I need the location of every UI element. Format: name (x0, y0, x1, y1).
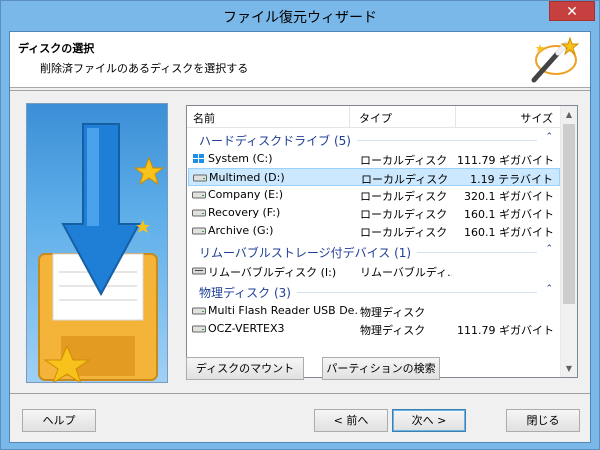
group-label: ハードディスクドライブ (5) (199, 134, 351, 148)
wizard-window: ファイル復元ウィザード ✕ ディスクの選択 削除済ファイルのあるディスクを選択す… (0, 0, 600, 450)
disk-size: 111.79 ギガバイト (457, 154, 554, 167)
disk-name: Multimed (D:) (209, 171, 285, 184)
disk-row[interactable]: System (C:) ローカルディスク 111.79 ギガバイト (188, 150, 560, 168)
group-label: リムーバブルストレージ付デバイス (1) (199, 246, 412, 260)
disk-list[interactable]: 名前 タイプ サイズ ハードディスクドライブ (5) ⌃ System (C:) ロー… (186, 105, 578, 378)
column-divider[interactable] (349, 106, 350, 128)
disk-type: ローカルディスク (360, 154, 448, 167)
column-size[interactable]: サイズ (520, 110, 553, 126)
hard-drive-icon (192, 191, 206, 199)
group-header[interactable]: 物理ディスク (3) ⌃ (187, 282, 561, 300)
wizard-side-image (26, 103, 168, 383)
help-button[interactable]: ヘルプ (22, 409, 96, 432)
scroll-up-icon[interactable]: ▲ (561, 106, 577, 123)
group-divider (297, 292, 537, 293)
hard-drive-icon (192, 325, 206, 333)
vertical-scrollbar[interactable]: ▲ ▼ (560, 106, 577, 377)
hard-drive-icon (192, 307, 206, 315)
hard-drive-icon (192, 227, 206, 235)
disk-name: Recovery (F:) (208, 206, 281, 219)
group-header[interactable]: ハードディスクドライブ (5) ⌃ (187, 130, 561, 148)
disk-type: 物理ディスク (360, 306, 426, 319)
chevron-up-icon[interactable]: ⌃ (545, 244, 553, 254)
disk-type: リムーバブルディ... (360, 266, 452, 279)
column-header: 名前 タイプ サイズ (187, 106, 561, 128)
disk-type: ローカルディスク (360, 208, 448, 221)
disk-size: 160.1 ギガバイト (464, 226, 554, 239)
window-title: ファイル復元ウィザード (223, 10, 377, 26)
hard-drive-icon (193, 174, 207, 182)
group-header[interactable]: リムーバブルストレージ付デバイス (1) ⌃ (187, 242, 561, 260)
page-subtitle: 削除済ファイルのあるディスクを選択する (40, 62, 249, 75)
disk-type: ローカルディスク (360, 226, 448, 239)
disk-row[interactable]: Recovery (F:) ローカルディスク 160.1 ギガバイト (188, 204, 560, 222)
header-separator (10, 90, 590, 91)
magic-wand-icon (531, 36, 580, 83)
disk-row[interactable]: OCZ-VERTEX3 物理ディスク 111.79 ギガバイト (188, 320, 560, 338)
disk-row[interactable]: Multimed (D:) ローカルディスク 1.19 テラバイト (188, 168, 560, 186)
column-divider[interactable] (455, 106, 456, 128)
disk-row[interactable]: Multi Flash Reader USB De... 物理ディスク (188, 302, 560, 320)
back-button[interactable]: < 前へ (314, 409, 388, 432)
find-partitions-button[interactable]: パーティションの検索 (322, 357, 440, 380)
chevron-up-icon[interactable]: ⌃ (545, 132, 553, 142)
disk-size: 160.1 ギガバイト (464, 208, 554, 221)
disk-row[interactable]: リムーバブルディスク (I:) リムーバブルディ... (188, 262, 560, 280)
disk-row[interactable]: Company (E:) ローカルディスク 320.1 ギガバイト (188, 186, 560, 204)
close-button[interactable]: 閉じる (506, 409, 580, 432)
mount-disk-button[interactable]: ディスクのマウント (186, 357, 304, 380)
disk-name: リムーバブルディスク (I:) (208, 266, 337, 279)
wizard-header: ディスクの選択 削除済ファイルのあるディスクを選択する (10, 32, 590, 88)
windows-drive-icon (193, 154, 204, 163)
wizard-client: ディスクの選択 削除済ファイルのあるディスクを選択する 名前 タイプ サイズ ハ… (9, 31, 591, 443)
disk-type: ローカルディスク (361, 173, 449, 186)
window-close-button[interactable]: ✕ (549, 1, 595, 21)
disk-name: Archive (G:) (208, 224, 274, 237)
disk-name: Multi Flash Reader USB De... (208, 304, 358, 317)
scroll-down-icon[interactable]: ▼ (561, 360, 577, 377)
disk-name: System (C:) (208, 152, 273, 165)
group-divider (357, 140, 537, 141)
chevron-up-icon[interactable]: ⌃ (545, 284, 553, 294)
group-divider (417, 252, 537, 253)
disk-row[interactable]: Archive (G:) ローカルディスク 160.1 ギガバイト (188, 222, 560, 240)
next-button[interactable]: 次へ > (392, 409, 466, 432)
disk-type: 物理ディスク (360, 324, 426, 337)
hard-drive-icon (192, 209, 206, 217)
disk-type: ローカルディスク (360, 190, 448, 203)
column-type[interactable]: タイプ (359, 110, 392, 126)
disk-size: 1.19 テラバイト (470, 173, 553, 186)
floppy-restore-illustration (38, 123, 165, 382)
group-label: 物理ディスク (3) (199, 286, 291, 300)
page-title: ディスクの選択 (18, 42, 95, 55)
disk-name: Company (E:) (208, 188, 284, 201)
disk-size: 111.79 ギガバイト (457, 324, 554, 337)
column-name[interactable]: 名前 (193, 110, 215, 126)
disk-name: OCZ-VERTEX3 (208, 322, 285, 335)
removable-drive-icon (192, 267, 206, 275)
scroll-thumb[interactable] (563, 124, 575, 304)
footer-separator (10, 393, 590, 394)
title-bar: ファイル復元ウィザード ✕ (1, 1, 599, 31)
disk-size: 320.1 ギガバイト (464, 190, 554, 203)
